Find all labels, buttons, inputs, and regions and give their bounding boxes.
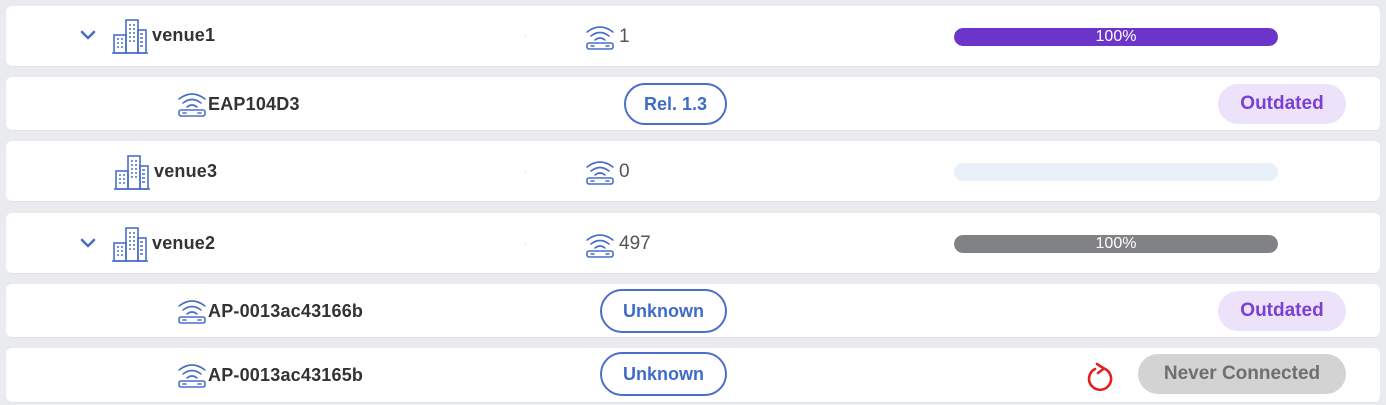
progress-label: 100% <box>1095 235 1137 252</box>
divider-dot <box>525 244 526 245</box>
ap-name[interactable]: AP-0013ac43166b <box>208 301 363 322</box>
chevron-down-icon[interactable] <box>79 236 97 250</box>
building-icon <box>112 19 148 54</box>
access-point-icon <box>586 26 614 50</box>
upgrade-progress-bar <box>954 163 1278 181</box>
ap-row[interactable]: AP-0013ac43166b Unknown Outdated <box>6 284 1380 337</box>
status-badge: Never Connected <box>1138 354 1346 394</box>
divider-dot <box>525 36 526 37</box>
ap-name[interactable]: AP-0013ac43165b <box>208 365 363 386</box>
upgrade-progress-bar: 100% <box>954 28 1278 46</box>
refresh-icon[interactable] <box>1082 360 1118 396</box>
upgrade-progress-bar: 100% <box>954 235 1278 253</box>
building-icon <box>114 155 150 190</box>
status-badge: Outdated <box>1218 291 1346 331</box>
access-point-icon <box>178 93 206 117</box>
building-icon <box>112 227 148 262</box>
firmware-version-pill[interactable]: Unknown <box>600 352 727 396</box>
firmware-version-pill[interactable]: Rel. 1.3 <box>624 83 727 125</box>
venue-name[interactable]: venue1 <box>152 25 215 46</box>
venue-row[interactable]: venue2 497 100% <box>6 213 1380 273</box>
ap-row[interactable]: EAP104D3 Rel. 1.3 Outdated <box>6 77 1380 130</box>
access-point-icon <box>586 234 614 258</box>
ap-name[interactable]: EAP104D3 <box>208 94 300 115</box>
progress-label: 100% <box>1095 28 1137 45</box>
access-point-icon <box>178 364 206 388</box>
access-point-icon <box>178 300 206 324</box>
ap-count: 1 <box>619 26 630 47</box>
venue-name[interactable]: venue2 <box>152 233 215 254</box>
firmware-version-pill[interactable]: Unknown <box>600 289 727 333</box>
ap-count: 0 <box>619 161 630 182</box>
venue-name[interactable]: venue3 <box>154 161 217 182</box>
status-badge: Outdated <box>1218 84 1346 124</box>
venue-row[interactable]: venue1 1 100% <box>6 6 1380 66</box>
ap-row[interactable]: AP-0013ac43165b Unknown Never Connected <box>6 348 1380 402</box>
venue-row[interactable]: venue3 0 <box>6 141 1380 201</box>
access-point-icon <box>586 161 614 185</box>
ap-count: 497 <box>619 233 651 254</box>
divider-dot <box>525 172 526 173</box>
chevron-down-icon[interactable] <box>79 28 97 42</box>
